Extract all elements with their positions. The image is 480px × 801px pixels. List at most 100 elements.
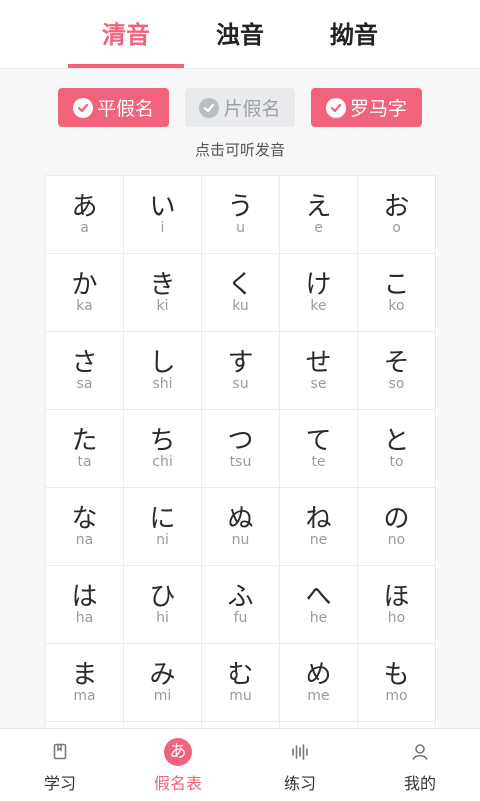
hiragana-toggle-label: 平假名 [96,98,154,120]
kana-cell[interactable]: あa [46,176,124,254]
kana-char: そ [383,348,410,378]
romaji-text: me [307,688,330,704]
kana-char: み [149,660,176,690]
kana-cell[interactable]: おo [358,176,436,254]
active-tab-indicator [68,64,184,68]
kana-cell[interactable]: せ se [280,332,358,410]
romaji-text: ha [75,610,94,626]
kana-char: け [305,270,332,300]
tab-qingyin[interactable]: 清音 [68,0,184,68]
kana-char: ふ [227,582,254,612]
kana-char: つ [227,426,254,456]
kana-char: ぬ [227,504,254,534]
kana-char: へ [305,582,332,612]
kana-cell[interactable]: く ku [202,254,280,332]
romaji-text: to [389,454,404,470]
kana-cell[interactable]: つ tsu [202,410,280,488]
romaji-text: ko [388,298,405,314]
kana-char: い [149,192,176,222]
romaji-text: e [314,220,323,236]
kana-char: こ [383,270,410,300]
kana-cell[interactable]: ほ ho [358,566,436,644]
kana-char: も [383,660,410,690]
kana-char: ほ [383,582,410,612]
kana-cell[interactable]: と to [358,410,436,488]
kana-char: は [71,582,98,612]
kana-cell[interactable]: も mo [358,644,436,722]
kana-cell[interactable]: の no [358,488,436,566]
romaji-text: he [309,610,328,626]
kana-cell[interactable]: そ so [358,332,436,410]
kana-cell[interactable]: うu [202,176,280,254]
nav-kana-table[interactable]: あ 假名表 [118,729,238,801]
kana-cell[interactable]: に ni [124,488,202,566]
romaji-text: no [387,532,406,548]
kana-cell[interactable]: た ta [46,410,124,488]
kana-cell[interactable]: か ka [46,254,124,332]
kana-cell[interactable]: さ sa [46,332,124,410]
kana-cell[interactable]: ひ hi [124,566,202,644]
romaji-text: mi [153,688,172,704]
kana-cell[interactable]: て te [280,410,358,488]
user-icon [412,744,428,760]
hiragana-toggle[interactable]: 平假名 [58,88,169,127]
tab-aoyin[interactable]: 拗音 [296,0,412,68]
soundwave-icon [292,744,308,760]
kana-cell[interactable]: ま ma [46,644,124,722]
tap-to-listen-hint: 点击可听发音 [194,141,285,159]
katakana-toggle[interactable]: 片假名 [185,88,295,127]
kana-cell[interactable]: し shi [124,332,202,410]
kana-char: か [71,270,98,300]
romaji-text: ku [232,298,249,314]
kana-char: お [383,192,410,222]
kana-char: う [227,192,254,222]
nav-practice-label: 练习 [283,774,316,793]
romaji-text: na [75,532,94,548]
kana-char: あ [71,192,98,222]
kana-row: さ sa し shi す su せ se そ so [46,332,437,410]
kana-cell[interactable]: め me [280,644,358,722]
nav-me[interactable]: 我的 [360,729,480,801]
romaji-text: tsu [229,454,252,470]
romaji-text: ni [156,532,169,548]
romaji-text: ki [156,298,169,314]
nav-practice[interactable]: 练习 [240,729,360,801]
romaji-toggle[interactable]: 罗马字 [311,88,422,127]
kana-cell[interactable]: す su [202,332,280,410]
romaji-text: nu [231,532,250,548]
kana-cell[interactable]: は ha [46,566,124,644]
kana-grid: あa いi うu えe おo か ka き ki く ku け ke こ ko さ sa し… [45,175,437,729]
romaji-text: i [160,220,165,236]
kana-cell[interactable]: み mi [124,644,202,722]
kana-cell[interactable]: け ke [280,254,358,332]
romaji-text: su [232,376,249,392]
kana-cell[interactable]: き ki [124,254,202,332]
tab-zhuoyin[interactable]: 浊音 [182,0,298,68]
romaji-toggle-label: 罗马字 [349,98,407,120]
kana-cell[interactable]: ふ fu [202,566,280,644]
kana-cell[interactable]: いi [124,176,202,254]
kana-char: た [71,426,98,456]
nav-study[interactable]: 学习 [0,729,120,801]
kana-cell[interactable]: ぬ nu [202,488,280,566]
kana-char: さ [71,348,98,378]
romaji-text: te [311,454,326,470]
kana-char: す [227,348,254,378]
kana-cell[interactable]: へ he [280,566,358,644]
nav-me-label: 我的 [403,774,436,793]
kana-char: て [305,426,332,456]
kana-char: し [149,348,176,378]
bottom-nav: 学习 あ 假名表 练习 我的 [0,728,480,801]
romaji-text: ke [310,298,327,314]
kana-cell[interactable]: こ ko [358,254,436,332]
romaji-text: shi [152,376,173,392]
kana-char: め [305,660,332,690]
kana-char: ま [71,660,98,690]
kana-cell[interactable]: えe [280,176,358,254]
kana-cell[interactable]: ね ne [280,488,358,566]
kana-cell[interactable]: ち chi [124,410,202,488]
kana-char: ひ [149,582,176,612]
nav-study-label: 学习 [43,774,76,793]
kana-cell[interactable]: な na [46,488,124,566]
kana-cell[interactable]: む mu [202,644,280,722]
